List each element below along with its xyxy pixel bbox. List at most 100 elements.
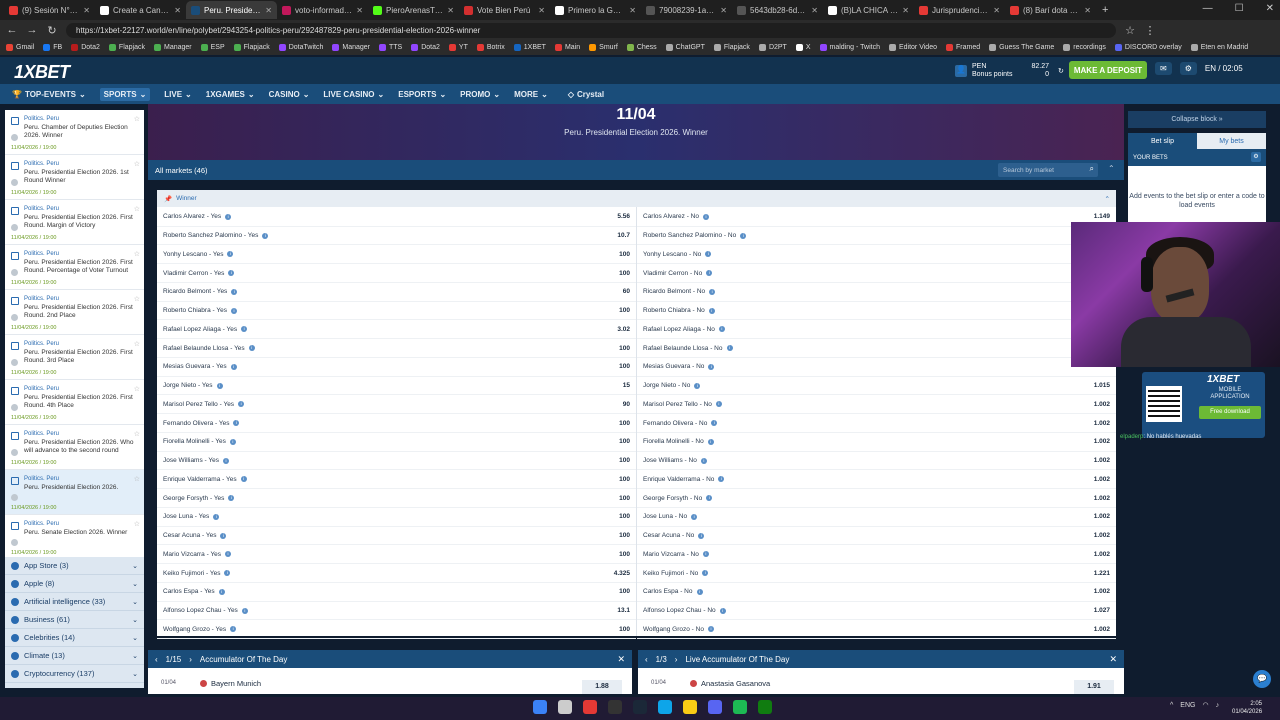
browser-tab[interactable]: 79008239-1adf-42aa-as ✕ bbox=[641, 1, 732, 19]
sidebar-event-item[interactable]: Politics. Peru Peru. Presidential Electio… bbox=[5, 380, 144, 425]
info-icon[interactable]: i bbox=[694, 382, 701, 389]
bookmark-item[interactable]: FB bbox=[43, 44, 62, 51]
minimize-icon[interactable]: — bbox=[1203, 3, 1213, 14]
market-outcome[interactable]: Jose Luna - Yes i 100 bbox=[157, 508, 636, 527]
odd-value[interactable]: 1.002 bbox=[1076, 588, 1116, 595]
favorite-star-icon[interactable]: ☆ bbox=[134, 385, 140, 393]
info-icon[interactable]: i bbox=[262, 232, 269, 239]
info-icon[interactable]: i bbox=[229, 438, 236, 445]
bookmark-item[interactable]: TTS bbox=[379, 44, 402, 51]
obs-icon[interactable] bbox=[608, 700, 622, 714]
market-outcome[interactable]: Carlos Espa - Yes i 100 bbox=[157, 583, 636, 602]
info-icon[interactable]: i bbox=[711, 420, 718, 427]
wifi-icon[interactable]: ◠ bbox=[1202, 701, 1208, 709]
market-outcome[interactable]: Rafael Lopez Aliaga - Yes i 3.02 bbox=[157, 321, 636, 340]
info-icon[interactable]: i bbox=[213, 513, 220, 520]
steam-icon[interactable] bbox=[633, 700, 647, 714]
bookmark-item[interactable]: Guess The Game bbox=[989, 44, 1054, 51]
browser-tab[interactable]: (9) Sesión N° 23 - Testim ✕ bbox=[4, 1, 95, 19]
close-icon[interactable]: ✕ bbox=[617, 654, 625, 665]
market-outcome[interactable]: Keiko Fujimori - Yes i 4.325 bbox=[157, 564, 636, 583]
account-balance[interactable]: 👤 PEN Bonus points 82.27 0 ↻ bbox=[955, 61, 1065, 80]
market-search-input[interactable]: Search by market ⌕ bbox=[998, 163, 1098, 177]
sidebar-event-item[interactable]: Politics. Peru Peru. Senate Election 2026… bbox=[5, 515, 144, 560]
browser-tab[interactable]: voto-informado-web ✕ bbox=[277, 1, 368, 19]
nav-item[interactable]: CASINO ⌄ bbox=[269, 90, 310, 99]
market-outcome[interactable]: Yonhy Lescano - Yes i 100 bbox=[157, 246, 636, 265]
info-icon[interactable]: i bbox=[707, 626, 714, 633]
nav-item[interactable]: LIVE CASINO ⌄ bbox=[323, 90, 384, 99]
browser-tab[interactable]: 5643db28-6dbd-4d35-b ✕ bbox=[732, 1, 823, 19]
favorite-star-icon[interactable]: ☆ bbox=[134, 340, 140, 348]
close-icon[interactable]: ✕ bbox=[265, 6, 272, 15]
info-icon[interactable]: i bbox=[218, 588, 225, 595]
info-icon[interactable]: i bbox=[707, 438, 714, 445]
close-icon[interactable]: ✕ bbox=[993, 6, 1000, 15]
settings-icon[interactable]: ⚙ bbox=[1179, 62, 1197, 75]
market-outcome[interactable]: Carlos Espa - No i 1.002 bbox=[637, 583, 1116, 602]
market-outcome[interactable]: Alfonso Lopez Chau - Yes i 13.1 bbox=[157, 602, 636, 621]
nav-item[interactable]: 1XGAMES ⌄ bbox=[206, 90, 255, 99]
odd-value[interactable]: 1.002 bbox=[1076, 438, 1116, 445]
nav-item[interactable]: 🏆 TOP-EVENTS ⌄ bbox=[12, 90, 86, 99]
info-icon[interactable]: i bbox=[231, 288, 238, 295]
market-outcome[interactable]: Alfonso Lopez Chau - No i 1.027 bbox=[637, 602, 1116, 621]
odd-value[interactable]: 1.002 bbox=[1076, 457, 1116, 464]
nav-item[interactable]: ESPORTS ⌄ bbox=[398, 90, 446, 99]
browser-tab[interactable]: (8) Barí dota - YouTube ✕ bbox=[1005, 1, 1096, 19]
extensions-icon[interactable]: ⋮ bbox=[1144, 24, 1156, 37]
bookmark-item[interactable]: Eten en Madrid bbox=[1190, 44, 1248, 51]
close-icon[interactable]: ✕ bbox=[83, 6, 90, 15]
odd-value[interactable]: 10.7 bbox=[596, 232, 636, 239]
browser-tab[interactable]: (B)LA CHICA DICE QUE ✕ bbox=[823, 1, 914, 19]
info-icon[interactable]: i bbox=[233, 420, 240, 427]
favorite-star-icon[interactable]: ☆ bbox=[134, 475, 140, 483]
market-outcome[interactable]: Fernando Olivera - Yes i 100 bbox=[157, 414, 636, 433]
odd-value[interactable]: 100 bbox=[596, 307, 636, 314]
info-icon[interactable]: i bbox=[691, 513, 698, 520]
refresh-icon[interactable]: ↻ bbox=[1058, 67, 1064, 75]
info-icon[interactable]: i bbox=[228, 495, 235, 502]
market-outcome[interactable]: Wolfgang Grozo - No i 1.002 bbox=[637, 621, 1116, 640]
browser-tab[interactable]: Primero la Gente (Perú) ✕ bbox=[550, 1, 641, 19]
nav-item[interactable]: PROMO ⌄ bbox=[460, 90, 500, 99]
bookmark-item[interactable]: malding - Twitch bbox=[819, 44, 880, 51]
market-outcome[interactable]: Marisol Perez Tello - Yes i 90 bbox=[157, 396, 636, 415]
market-outcome[interactable]: Roberto Chiabra - Yes i 100 bbox=[157, 302, 636, 321]
collapse-block-button[interactable]: Collapse block » bbox=[1128, 111, 1266, 128]
info-icon[interactable]: i bbox=[709, 288, 716, 295]
favorite-star-icon[interactable]: ☆ bbox=[134, 520, 140, 528]
market-outcome[interactable]: Jose Williams - Yes i 100 bbox=[157, 452, 636, 471]
bookmark-item[interactable]: Dota2 bbox=[411, 44, 440, 51]
market-outcome[interactable]: Enrique Valderrama - No i 1.002 bbox=[637, 471, 1116, 490]
close-icon[interactable]: ✕ bbox=[629, 6, 636, 15]
browser-tab[interactable]: Vote Bien Perú ✕ bbox=[459, 1, 550, 19]
close-icon[interactable]: ✕ bbox=[902, 6, 909, 15]
sidebar-category-item[interactable]: Cryptocurrency (137) ⌄ bbox=[5, 665, 144, 683]
edge-icon[interactable] bbox=[658, 700, 672, 714]
odd-value[interactable]: 100 bbox=[596, 345, 636, 352]
market-outcome[interactable]: Marisol Perez Tello - No i 1.002 bbox=[637, 396, 1116, 415]
info-icon[interactable]: i bbox=[703, 213, 709, 220]
sidebar-event-item[interactable]: Politics. Peru Peru. Presidential Electio… bbox=[5, 290, 144, 335]
odd-value[interactable]: 100 bbox=[596, 551, 636, 558]
info-icon[interactable]: i bbox=[228, 270, 235, 277]
prev-icon[interactable]: ‹ bbox=[645, 655, 648, 664]
market-outcome[interactable]: Yonhy Lescano - No i bbox=[637, 246, 1116, 265]
bookmark-item[interactable]: Dota2 bbox=[71, 44, 100, 51]
market-outcome[interactable]: Carlos Alvarez - No i 1.149 bbox=[637, 208, 1116, 227]
bookmark-item[interactable]: Smurf bbox=[589, 44, 618, 51]
xbox-icon[interactable] bbox=[758, 700, 772, 714]
folder-icon[interactable] bbox=[683, 700, 697, 714]
info-icon[interactable]: i bbox=[225, 213, 232, 220]
bookmark-item[interactable]: ESP bbox=[200, 44, 225, 51]
sidebar-event-item[interactable]: Politics. Peru Peru. Presidential Electio… bbox=[5, 470, 144, 515]
market-outcome[interactable]: Mario Vizcarra - Yes i 100 bbox=[157, 546, 636, 565]
odd-value[interactable]: 1.015 bbox=[1076, 382, 1116, 389]
bookmark-item[interactable]: YT bbox=[448, 44, 468, 51]
sidebar-category-item[interactable]: Artificial intelligence (33) ⌄ bbox=[5, 593, 144, 611]
odd-value[interactable]: 60 bbox=[596, 288, 636, 295]
sidebar-category-item[interactable]: Climate (13) ⌄ bbox=[5, 647, 144, 665]
reload-icon[interactable]: ↻ bbox=[46, 24, 58, 37]
browser-tab[interactable]: PieroArenasT - Watch the ✕ bbox=[368, 1, 459, 19]
